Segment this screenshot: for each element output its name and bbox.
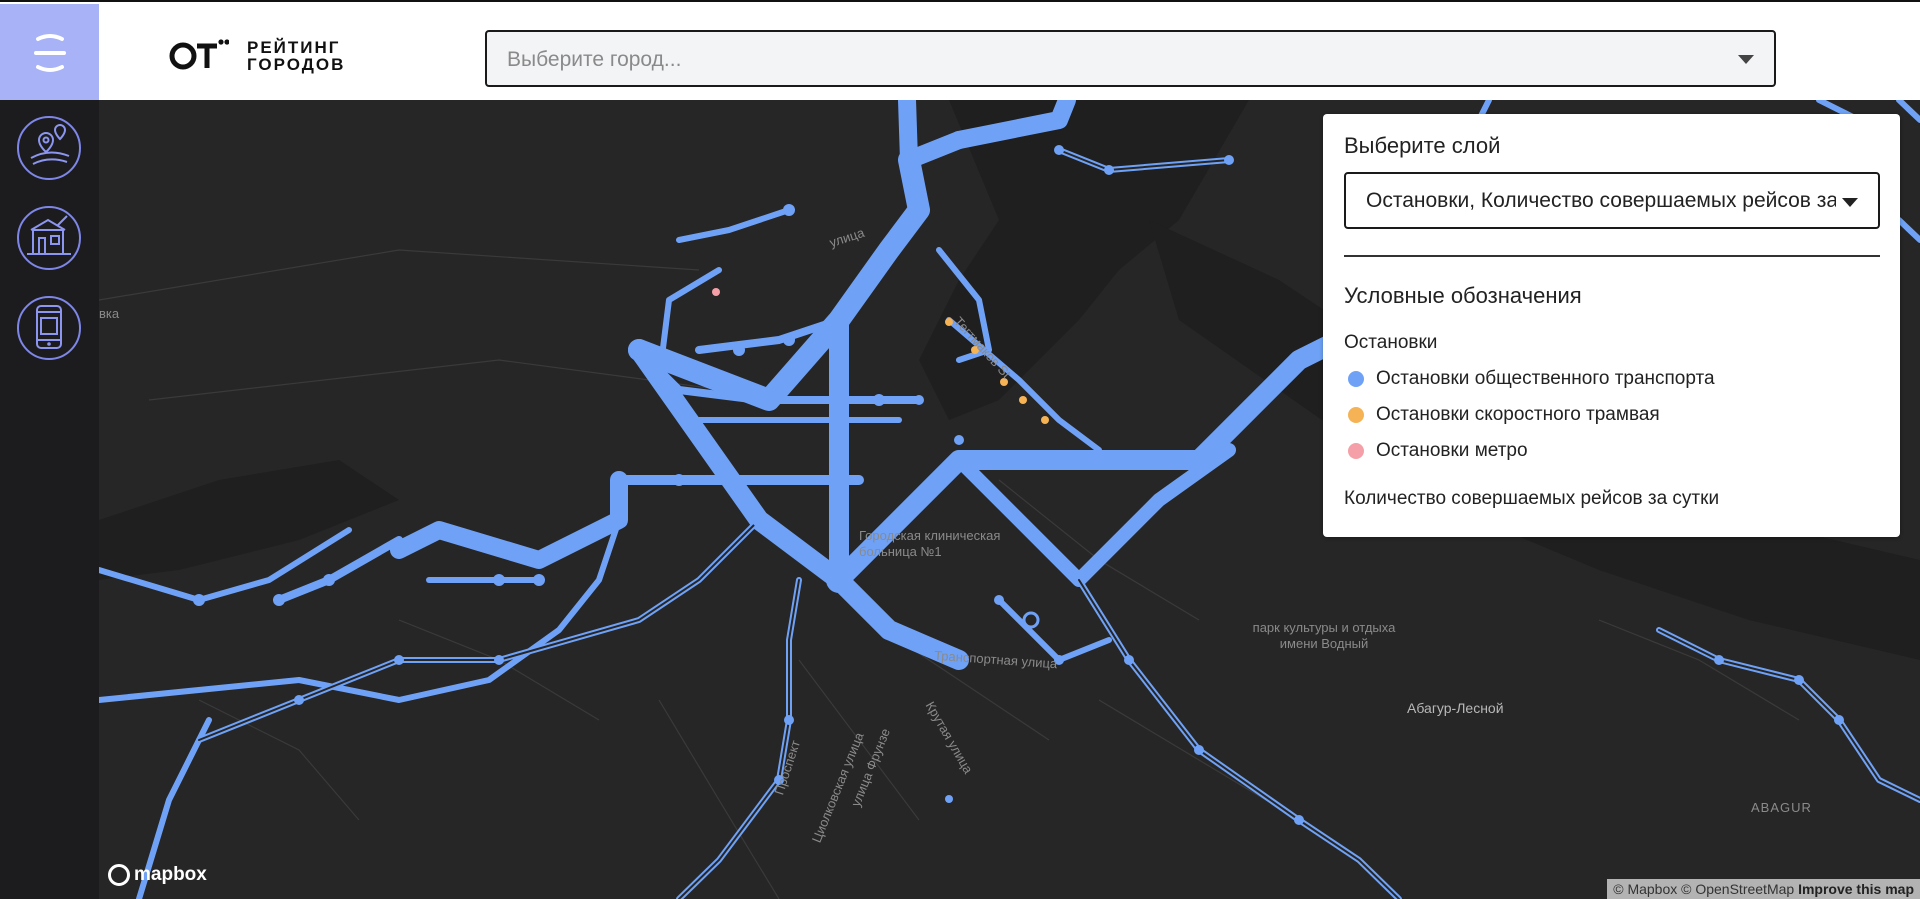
orange-dot-icon xyxy=(1348,407,1364,423)
city-buildings-icon xyxy=(27,215,71,255)
layer-title: Выберите слой xyxy=(1344,133,1501,158)
logo-mark-icon xyxy=(167,36,230,76)
mapbox-icon xyxy=(108,864,130,886)
logo[interactable]: РЕЙТИНГ ГОРОДОВ xyxy=(167,36,345,76)
mobile-app-icon xyxy=(36,305,62,349)
layer-select[interactable]: Остановки, Количество совершаемых рейсов… xyxy=(1344,172,1880,229)
improve-map-link[interactable]: Improve this map xyxy=(1798,881,1914,897)
legend-title: Условные обозначения xyxy=(1344,283,1582,308)
map-label-abagur-lesnoy: Абагур-Лесной xyxy=(1407,700,1504,716)
attribution-mapbox[interactable]: © Mapbox xyxy=(1613,881,1677,897)
legend-item-tram: Остановки скоростного трамвая xyxy=(1344,403,1660,427)
chevron-down-icon xyxy=(1738,55,1754,64)
sidebar-item-city[interactable] xyxy=(17,206,81,270)
map-label-hospital: Городская клиническая больница №1 xyxy=(859,528,1001,559)
sidebar xyxy=(0,100,99,899)
city-select-placeholder: Выберите город... xyxy=(507,48,682,71)
mapbox-logo-text: mapbox xyxy=(134,864,207,885)
logo-line-1: РЕЙТИНГ xyxy=(247,38,341,57)
logo-text: РЕЙТИНГ ГОРОДОВ xyxy=(247,39,345,73)
legend-trips-label: Количество совершаемых рейсов за сутки xyxy=(1344,488,1720,509)
metro-stops xyxy=(712,288,720,296)
hamburger-icon xyxy=(33,34,66,72)
route-map-icon xyxy=(30,124,70,165)
panel-divider xyxy=(1344,255,1880,257)
mapbox-logo[interactable]: mapbox xyxy=(108,864,207,886)
legend-subtitle: Остановки xyxy=(1344,332,1438,353)
logo-line-2: ГОРОДОВ xyxy=(247,55,346,74)
attribution-osm[interactable]: © OpenStreetMap xyxy=(1681,881,1794,897)
sidebar-item-routes[interactable] xyxy=(17,116,81,180)
layer-panel: Выберите слой Остановки, Количество сове… xyxy=(1323,114,1900,537)
legend-item-label: Остановки общественного транспорта xyxy=(1376,368,1715,389)
legend-item-label: Остановки скоростного трамвая xyxy=(1376,404,1660,425)
city-select[interactable]: Выберите город... xyxy=(485,30,1776,87)
menu-button[interactable] xyxy=(0,4,99,102)
chevron-down-icon xyxy=(1842,198,1858,207)
layer-select-value: Остановки, Количество совершаемых рейсов… xyxy=(1366,189,1836,212)
map-label-park: парк культуры и отдыха имени Водный xyxy=(1252,620,1396,651)
legend-item-public-transport: Остановки общественного транспорта xyxy=(1344,367,1715,391)
legend-item-metro: Остановки метро xyxy=(1344,439,1528,463)
sidebar-item-mobile[interactable] xyxy=(17,296,81,360)
pink-dot-icon xyxy=(1348,443,1364,459)
map-label-abagur: ABAGUR xyxy=(1751,800,1812,815)
blue-dot-icon xyxy=(1348,371,1364,387)
legend-item-label: Остановки метро xyxy=(1376,440,1528,461)
map-label-left-edge: вка xyxy=(99,306,120,321)
top-bar: РЕЙТИНГ ГОРОДОВ Выберите город... xyxy=(0,0,1920,102)
map-attribution: © Mapbox © OpenStreetMap Improve this ma… xyxy=(1607,879,1920,899)
